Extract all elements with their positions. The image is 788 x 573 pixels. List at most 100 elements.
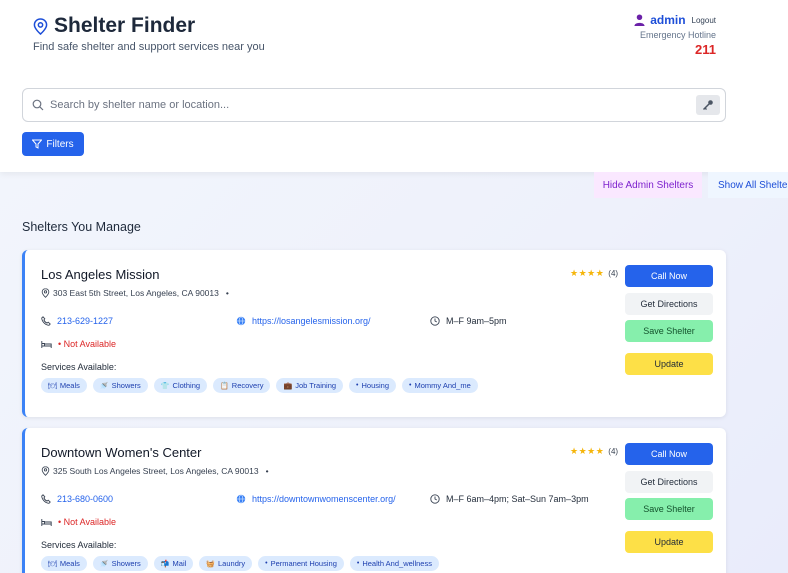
hours-text: M–F 6am–4pm; Sat–Sun 7am–3pm xyxy=(446,494,589,504)
service-label: Mommy And_me xyxy=(414,381,471,390)
service-chip-mail: 📬 Mail xyxy=(153,556,194,571)
filters-button[interactable]: Filters xyxy=(22,132,84,156)
service-chip-clothing: 👕 Clothing xyxy=(153,378,208,393)
service-label: Showers xyxy=(111,381,141,390)
shelter-address: 303 East 5th Street, Los Angeles, CA 900… xyxy=(41,288,229,298)
shelter-website[interactable]: https://downtownwomenscenter.org/ xyxy=(236,494,396,504)
shelter-card: Downtown Women's Center 325 South Los An… xyxy=(22,428,726,573)
map-pin-icon xyxy=(41,288,50,298)
globe-icon xyxy=(236,316,246,326)
service-chip-permanent-housing: • Permanent Housing xyxy=(258,556,344,571)
services-label: Services Available: xyxy=(41,540,117,550)
bullet-icon: • xyxy=(356,560,360,567)
service-label: Clothing xyxy=(172,381,201,390)
clipboard-icon: 📋 xyxy=(220,382,229,390)
hide-admin-shelters-button[interactable]: Hide Admin Shelters xyxy=(594,172,702,198)
bullet-icon: • xyxy=(265,560,268,567)
app-header: Shelter Finder Find safe shelter and sup… xyxy=(0,0,788,172)
clock-icon xyxy=(430,494,440,504)
map-pin-icon xyxy=(33,17,48,35)
service-label: Health And_wellness xyxy=(362,559,432,568)
shelter-name[interactable]: Downtown Women's Center xyxy=(41,445,201,460)
separator-dot: • xyxy=(265,466,269,476)
meals-icon: 🍽 xyxy=(48,382,57,390)
service-label: Recovery xyxy=(231,381,264,390)
service-chip-meals: 🍽 Meals xyxy=(41,378,87,393)
hotline-label: Emergency Hotline xyxy=(639,30,716,40)
bullet-icon: • xyxy=(356,382,359,389)
shower-icon: 🚿 xyxy=(99,560,109,568)
address-text: 325 South Los Angeles Street, Los Angele… xyxy=(53,466,259,476)
password-key-button[interactable] xyxy=(696,95,720,115)
phone-icon xyxy=(41,494,51,504)
call-now-button[interactable]: Call Now xyxy=(625,443,713,465)
get-directions-button[interactable]: Get Directions xyxy=(625,293,713,315)
laundry-basket-icon: 🧺 xyxy=(206,560,216,568)
service-chip-laundry: 🧺 Laundry xyxy=(199,556,253,571)
service-chip-job-training: 💼 Job Training xyxy=(276,378,344,393)
rating-count: (4) xyxy=(608,269,619,278)
save-shelter-button[interactable]: Save Shelter xyxy=(625,320,713,342)
globe-icon xyxy=(236,494,246,504)
services-list: 🍽 Meals 🚿 Showers 📬 Mail 🧺 Laundry • Permanen… xyxy=(41,556,445,571)
mailbox-icon: 📬 xyxy=(160,560,170,568)
shelter-phone[interactable]: 213-680-0600 xyxy=(41,494,113,504)
filters-label: Filters xyxy=(46,138,74,150)
service-label: Mail xyxy=(172,559,187,568)
service-label: Showers xyxy=(111,559,141,568)
brand: Shelter Finder xyxy=(33,14,195,38)
search-input[interactable] xyxy=(50,99,696,111)
phone-text: 213-680-0600 xyxy=(57,494,114,504)
page-subtitle: Find safe shelter and support services n… xyxy=(33,41,265,53)
bullet-icon: • xyxy=(409,382,412,389)
service-chip-showers: 🚿 Showers xyxy=(92,556,148,571)
logout-link[interactable]: Logout xyxy=(692,16,716,25)
shelter-rating: ★★★★ (4) xyxy=(570,268,618,279)
service-chip-recovery: 📋 Recovery xyxy=(213,378,271,393)
clock-icon xyxy=(430,316,440,326)
bed-icon xyxy=(41,340,52,348)
service-chip-meals: 🍽 Meals xyxy=(41,556,87,571)
map-pin-icon xyxy=(41,466,50,476)
user-name[interactable]: admin xyxy=(650,13,685,27)
page-title: Shelter Finder xyxy=(54,14,196,37)
shelter-hours: M–F 9am–5pm xyxy=(430,316,507,326)
shelter-hours: M–F 6am–4pm; Sat–Sun 7am–3pm xyxy=(430,494,589,504)
service-label: Laundry xyxy=(218,559,246,568)
call-now-button[interactable]: Call Now xyxy=(625,265,713,287)
update-button[interactable]: Update xyxy=(625,353,713,375)
service-chip-showers: 🚿 Showers xyxy=(92,378,148,393)
update-button[interactable]: Update xyxy=(625,531,713,553)
separator-dot: • xyxy=(225,288,229,298)
availability-status: • Not Available xyxy=(41,339,116,349)
user-icon xyxy=(634,14,645,26)
services-label: Services Available: xyxy=(41,362,117,372)
search-icon xyxy=(32,99,44,111)
get-directions-button[interactable]: Get Directions xyxy=(625,471,713,493)
briefcase-icon: 💼 xyxy=(283,382,293,390)
shelter-phone[interactable]: 213-629-1227 xyxy=(41,316,113,326)
hours-text: M–F 9am–5pm xyxy=(446,316,507,326)
shower-icon: 🚿 xyxy=(99,382,109,390)
hotline-number[interactable]: 211 xyxy=(695,42,716,57)
website-link: https://downtownwomenscenter.org/ xyxy=(252,494,396,504)
availability-text: • Not Available xyxy=(58,339,117,349)
availability-text: • Not Available xyxy=(58,517,117,527)
search-bar xyxy=(22,88,726,122)
service-label: Permanent Housing xyxy=(270,559,337,568)
shelter-website[interactable]: https://losangelesmission.org/ xyxy=(236,316,371,326)
availability-status: • Not Available xyxy=(41,517,116,527)
service-label: Meals xyxy=(59,381,80,390)
show-all-shelters-button[interactable]: Show All Shelters xyxy=(708,172,788,198)
bed-icon xyxy=(41,518,52,526)
shelter-address: 325 South Los Angeles Street, Los Angele… xyxy=(41,466,269,476)
services-list: 🍽 Meals 🚿 Showers 👕 Clothing 📋 Recovery 💼 Job… xyxy=(41,378,484,393)
service-chip-health-and-wellness: • Health And_wellness xyxy=(349,556,439,571)
shelter-rating: ★★★★ (4) xyxy=(570,446,618,457)
service-label: Meals xyxy=(59,559,80,568)
address-text: 303 East 5th Street, Los Angeles, CA 900… xyxy=(53,288,219,298)
key-icon xyxy=(702,100,713,111)
meals-icon: 🍽 xyxy=(48,560,57,568)
shelter-name[interactable]: Los Angeles Mission xyxy=(41,267,160,282)
save-shelter-button[interactable]: Save Shelter xyxy=(625,498,713,520)
